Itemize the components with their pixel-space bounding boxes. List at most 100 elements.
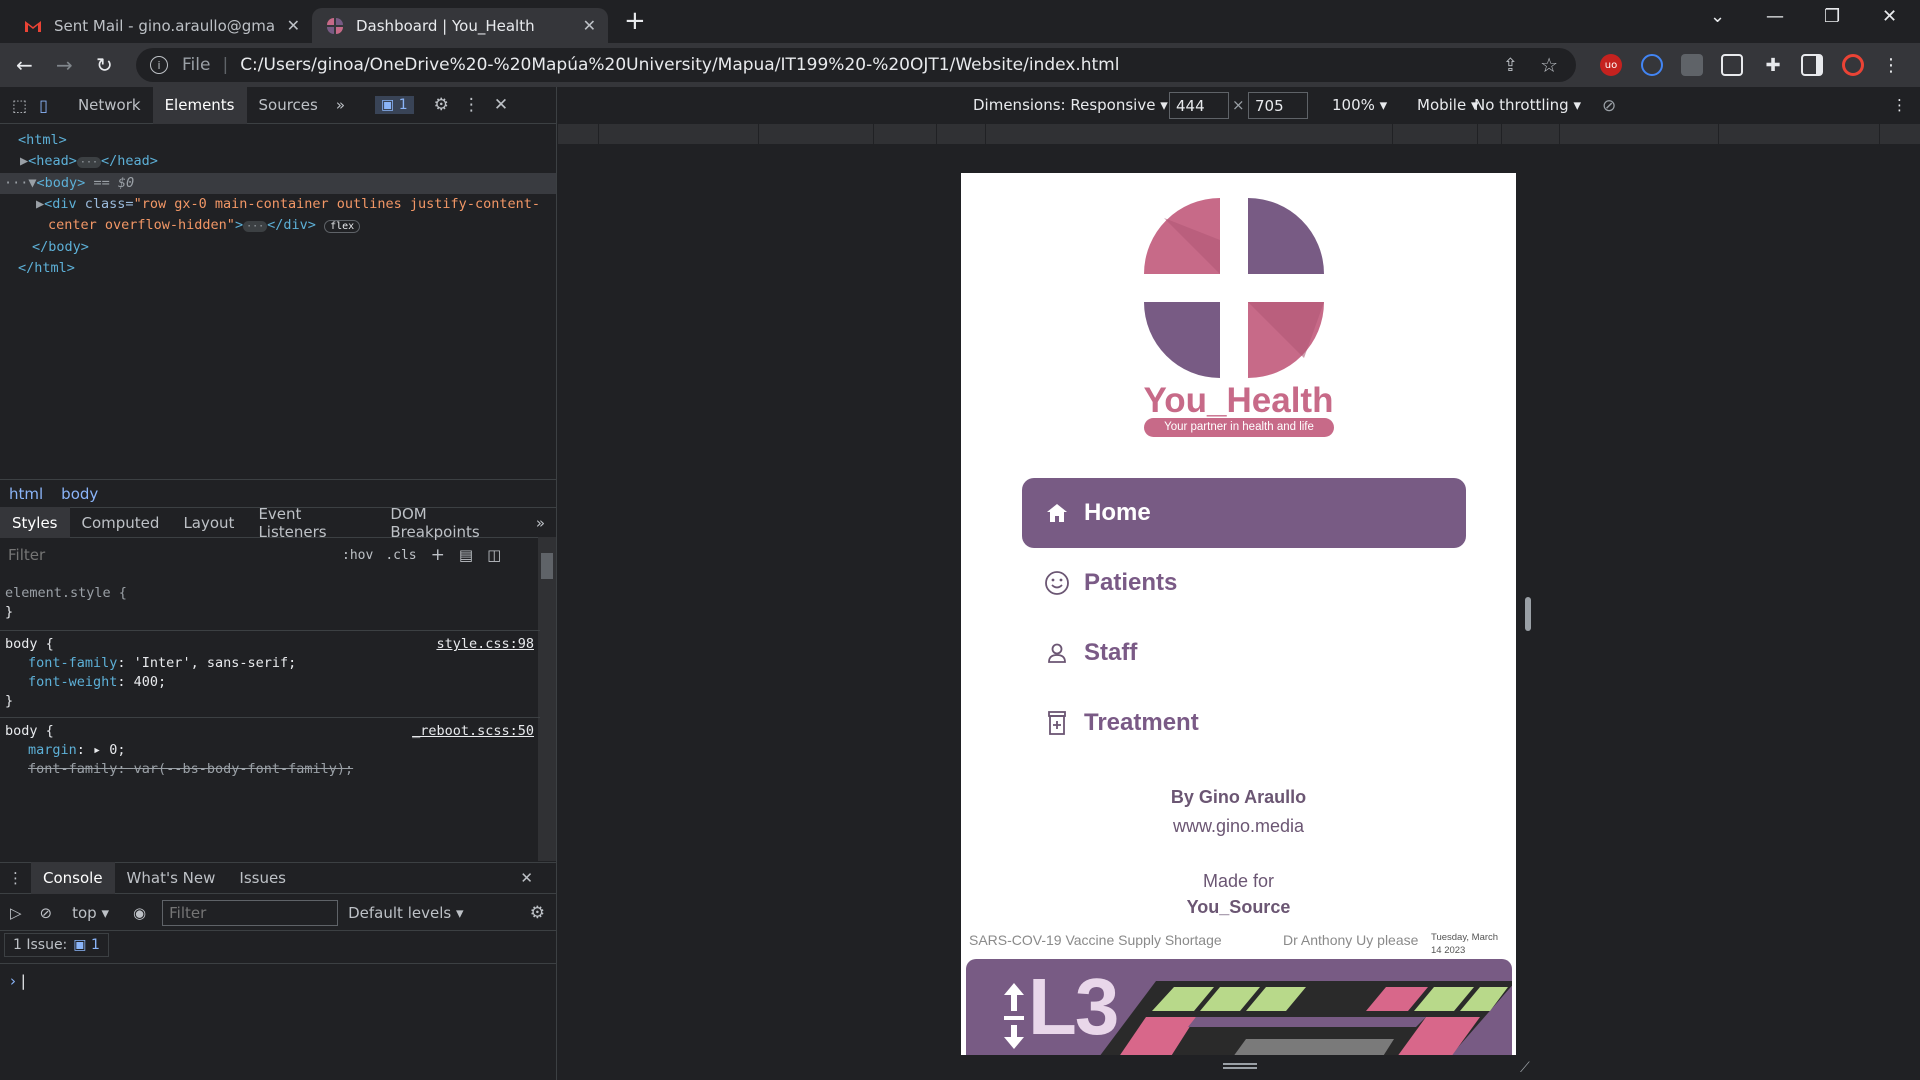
medicine-bottle-icon — [1042, 711, 1072, 735]
more-tabs-icon[interactable]: » — [524, 507, 557, 538]
styles-scrollbar[interactable] — [538, 537, 556, 861]
settings-gear-icon[interactable]: ⚙ — [434, 95, 449, 115]
add-rule-icon[interactable]: + — [431, 545, 445, 565]
context-select[interactable]: top ▾ — [72, 904, 109, 922]
tab-layout[interactable]: Layout — [171, 507, 246, 538]
issues-badge[interactable]: ▣ 1 — [375, 96, 414, 114]
tab-event-listeners[interactable]: Event Listeners — [246, 505, 378, 541]
tab-issues[interactable]: Issues — [227, 862, 298, 894]
tab-sources[interactable]: Sources — [247, 87, 330, 124]
tab-gmail[interactable]: Sent Mail - gino.araullo@gmail.c ✕ — [10, 8, 312, 43]
tab-dom-breakpoints[interactable]: DOM Breakpoints — [378, 505, 523, 541]
tab-elements[interactable]: Elements — [152, 86, 247, 124]
tree-node-div-cont: center overflow-hidden"> ··· </div> flex — [0, 215, 556, 237]
floor-level-banner: L3 — [966, 959, 1512, 1055]
dimensions-select[interactable]: Dimensions: Responsive ▾ — [973, 96, 1168, 114]
log-levels-select[interactable]: Default levels ▾ — [348, 904, 463, 922]
console-filter-input[interactable] — [162, 899, 339, 926]
device-toggle-icon[interactable]: ▯ — [39, 96, 48, 115]
resize-corner-icon[interactable]: ⟋ — [1520, 1060, 1530, 1076]
hov-toggle[interactable]: :hov — [342, 548, 373, 563]
styles-filter-row: :hov .cls + ▤ ◫ — [0, 540, 540, 570]
clear-console-icon[interactable]: ⊘ — [40, 904, 53, 922]
paint-icon[interactable]: ▤ — [459, 546, 473, 564]
news-ticker-item: Dr Anthony Uy please — [1283, 932, 1419, 948]
tab-styles[interactable]: Styles — [0, 507, 70, 538]
sidebar-toggle-icon[interactable]: ◫ — [487, 546, 501, 564]
tree-node-div[interactable]: ▶<div class="row gx-0 main-container out… — [0, 194, 556, 215]
bookmark-star-icon[interactable]: ☆ — [1540, 53, 1558, 77]
console-prompt[interactable]: › | — [0, 963, 557, 1003]
styles-filter-input[interactable] — [4, 542, 330, 568]
source-link[interactable]: _reboot.scss:50 — [412, 722, 534, 741]
extension-icon[interactable] — [1641, 54, 1663, 76]
restore-window-button[interactable]: ❐ — [1824, 6, 1840, 27]
width-input[interactable] — [1169, 92, 1229, 119]
tab-search-chevron-icon[interactable]: ⌄ — [1710, 6, 1725, 27]
ublock-icon[interactable]: uo — [1600, 54, 1622, 76]
minimize-window-button[interactable]: — — [1766, 6, 1784, 27]
side-panel-icon[interactable] — [1801, 54, 1823, 76]
drawer-menu-icon[interactable]: ⋮ — [0, 862, 31, 894]
devtools-menu-icon[interactable]: ⋮ — [463, 95, 480, 115]
tab-network[interactable]: Network — [66, 87, 153, 124]
zoom-select[interactable]: 100% ▾ — [1332, 96, 1387, 114]
rotate-icon[interactable]: ⊘ — [1602, 96, 1616, 116]
tab-whats-new[interactable]: What's New — [115, 862, 228, 894]
tab-dashboard[interactable]: Dashboard | You_Health ✕ — [312, 8, 608, 43]
breadcrumb-body[interactable]: body — [61, 485, 98, 503]
close-drawer-icon[interactable]: ✕ — [508, 862, 545, 894]
nav-home[interactable]: Home — [1022, 478, 1466, 548]
new-tab-button[interactable]: + — [624, 6, 646, 36]
you-health-icon — [326, 17, 344, 35]
picture-in-picture-icon[interactable] — [1721, 54, 1743, 76]
brand-tagline: Your partner in health and life — [1144, 418, 1334, 437]
nav-staff[interactable]: Staff — [1022, 618, 1466, 688]
breadcrumb-html[interactable]: html — [9, 485, 43, 503]
height-input[interactable] — [1248, 92, 1308, 119]
close-tab-icon[interactable]: ✕ — [583, 16, 596, 35]
nav-treatment[interactable]: Treatment — [1022, 688, 1466, 758]
share-icon[interactable]: ⇪ — [1503, 55, 1518, 76]
throttling-select[interactable]: No throttling ▾ — [1474, 96, 1581, 114]
media-query-ruler[interactable] — [558, 124, 1920, 144]
inspect-element-icon[interactable]: ⬚ — [12, 96, 27, 115]
back-arrow-icon[interactable]: ← — [16, 53, 33, 77]
devtools-panel: ⬚ ▯ Network Elements Sources » ▣ 1 ⚙ ⋮ ✕… — [0, 86, 557, 1080]
tree-node-head[interactable]: ▶<head> ··· </head> — [0, 151, 556, 173]
tree-node-html[interactable]: <html> — [0, 130, 556, 151]
url-text[interactable]: C:/Users/ginoa/OneDrive%20-%20Mapúa%20Un… — [240, 55, 1119, 75]
source-link[interactable]: style.css:98 — [436, 635, 534, 654]
tab-console[interactable]: Console — [31, 862, 115, 894]
info-icon[interactable]: i — [150, 56, 168, 74]
tab-computed[interactable]: Computed — [70, 507, 172, 538]
author-website-link[interactable]: www.gino.media — [961, 816, 1516, 837]
nav-patients[interactable]: Patients — [1022, 548, 1466, 618]
issues-counter[interactable]: 1 Issue: ▣ 1 — [4, 933, 109, 957]
resize-handle-right[interactable] — [1525, 597, 1531, 631]
qr-code-icon[interactable] — [1681, 54, 1703, 76]
close-window-button[interactable]: ✕ — [1882, 6, 1897, 27]
eye-icon[interactable]: ◉ — [133, 904, 146, 922]
brand-name: You_Health — [1143, 381, 1334, 420]
menu-kebab-icon[interactable]: ⋮ — [1880, 54, 1902, 76]
reload-icon[interactable]: ↻ — [96, 53, 113, 77]
more-tabs-icon[interactable]: » — [336, 96, 345, 114]
console-settings-gear-icon[interactable]: ⚙ — [530, 903, 545, 923]
address-bar[interactable]: i File | C:/Users/ginoa/OneDrive%20-%20M… — [136, 48, 1576, 82]
forward-arrow-icon[interactable]: → — [56, 53, 73, 77]
news-ticker-item: SARS-COV-19 Vaccine Supply Shortage — [969, 932, 1222, 948]
device-menu-icon[interactable]: ⋮ — [1892, 96, 1907, 114]
flex-badge[interactable]: flex — [324, 220, 361, 233]
cls-toggle[interactable]: .cls — [385, 548, 416, 563]
device-type-select[interactable]: Mobile ▾ — [1417, 96, 1479, 114]
tree-node-html-close: </html> — [18, 260, 75, 276]
resize-handle-bottom[interactable] — [1223, 1063, 1257, 1069]
profile-avatar[interactable] — [1842, 54, 1864, 76]
rule-element-style: element.style { } — [5, 585, 127, 620]
extensions-puzzle-icon[interactable]: ✚ — [1762, 54, 1784, 76]
tree-node-body[interactable]: ···▼<body> == $0 — [0, 173, 556, 194]
sidebar-toggle-icon[interactable]: ▷ — [10, 904, 22, 922]
close-tab-icon[interactable]: ✕ — [287, 16, 300, 35]
close-devtools-icon[interactable]: ✕ — [494, 95, 508, 115]
